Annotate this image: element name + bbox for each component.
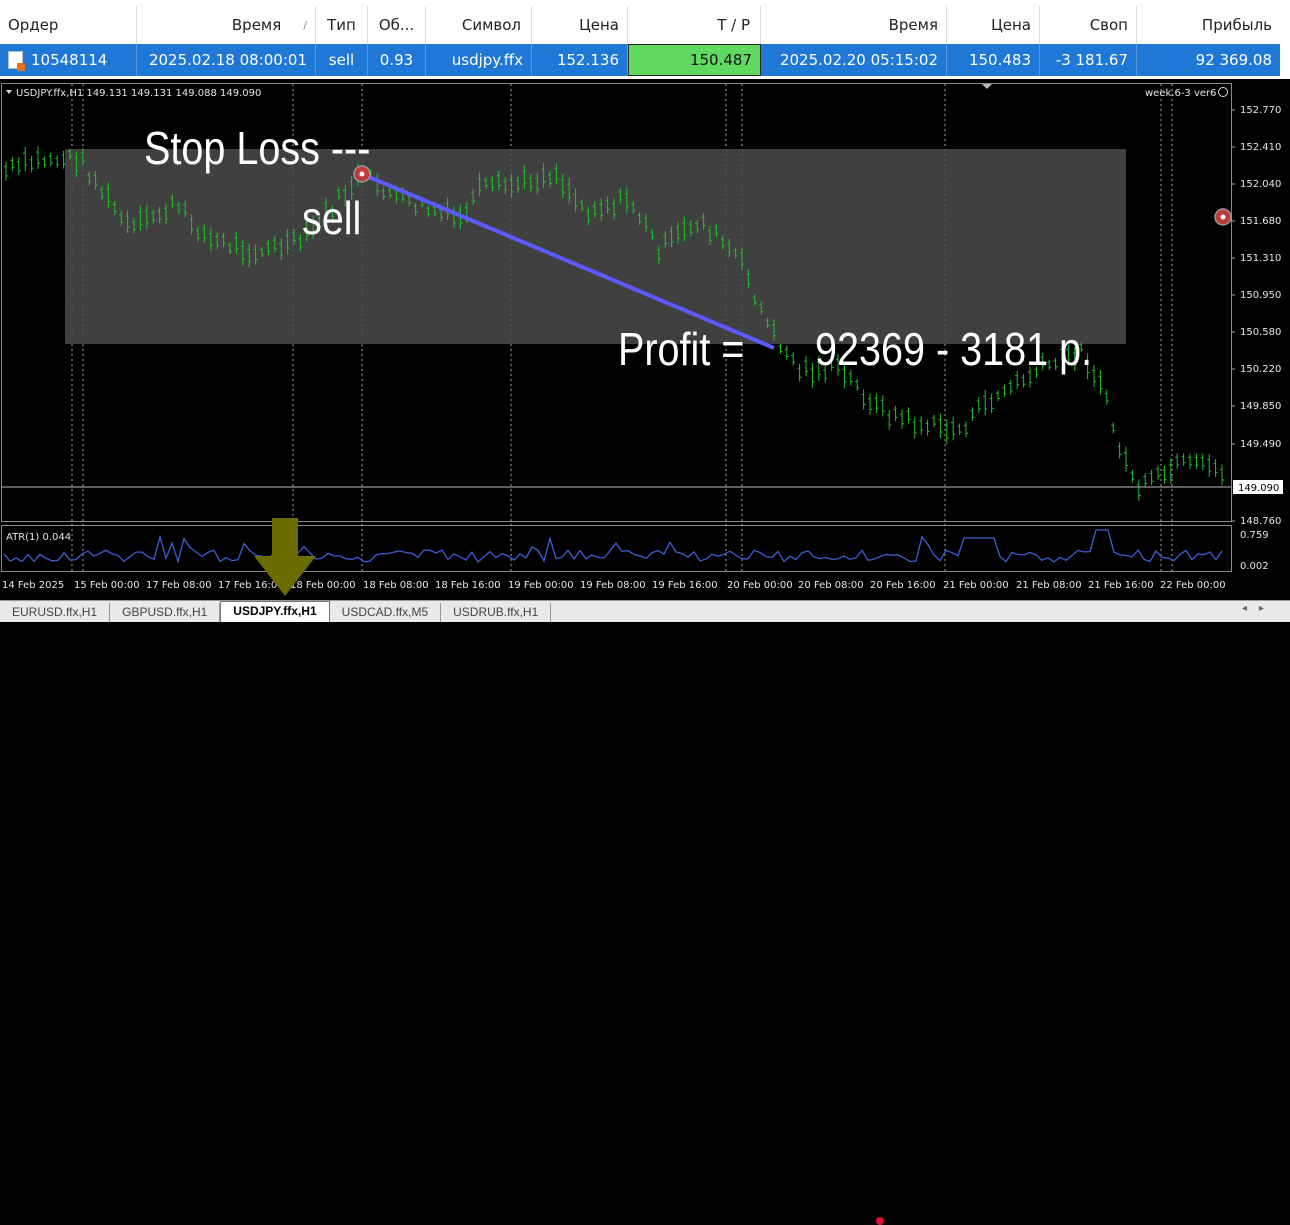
profit-label-annotation: Profit = [618, 324, 744, 375]
header-open-time-label: Время [231, 16, 282, 34]
price-tick-label: 152.410 [1240, 142, 1281, 153]
time-tick-label: 19 Feb 08:00 [580, 580, 646, 591]
close-price-cell: 150.483 [947, 44, 1040, 76]
time-tick-label: 20 Feb 08:00 [798, 580, 864, 591]
sort-indicator-icon: / [303, 18, 307, 32]
header-symbol[interactable]: Символ [426, 6, 532, 44]
tab-eurusd[interactable]: EURUSD.ffx,H1 [0, 603, 111, 622]
orders-table: Ордер Время / Тип Об... Символ Цена Т / … [0, 0, 1290, 79]
close-time-cell: 2025.02.20 05:15:02 [761, 44, 947, 76]
header-type[interactable]: Тип [316, 6, 368, 44]
profit-value-annotation: 92369 - 3181 р. [815, 324, 1092, 375]
atr-tick-label: 0.002 [1240, 561, 1269, 572]
header-order[interactable]: Ордер [0, 6, 137, 44]
order-number: 10548114 [31, 51, 108, 69]
atr-tick-label: 0.759 [1240, 530, 1269, 541]
table-row[interactable]: 10548114 2025.02.18 08:00:01 sell 0.93 u… [0, 44, 1290, 76]
type-cell: sell [316, 44, 368, 76]
header-open-price[interactable]: Цена [532, 6, 628, 44]
symbol-cell: usdjpy.ffx [426, 44, 532, 76]
time-tick-label: 20 Feb 00:00 [727, 580, 793, 591]
time-tick-label: 20 Feb 16:00 [870, 580, 936, 591]
price-tick-label: 149.850 [1240, 401, 1281, 412]
price-tick-label: 148.760 [1240, 516, 1281, 527]
header-tp[interactable]: Т / Р [628, 6, 761, 44]
time-tick-label: 18 Feb 16:00 [435, 580, 501, 591]
header-profit[interactable]: Прибыль [1137, 6, 1280, 44]
time-tick-label: 19 Feb 00:00 [508, 580, 574, 591]
tab-usdrub[interactable]: USDRUB.ffx,H1 [441, 603, 552, 622]
sell-annotation: sell [302, 193, 361, 244]
time-tick-label: 18 Feb 08:00 [363, 580, 429, 591]
current-price-label: 149.090 [1238, 483, 1279, 494]
order-cell: 10548114 [0, 44, 137, 76]
time-tick-label: 18 Feb 00:00 [290, 580, 356, 591]
price-tick-label: 150.950 [1240, 290, 1281, 301]
tab-scroll-arrows-icon[interactable]: ◂▸ [1242, 603, 1276, 614]
price-alert-dot-icon [1220, 214, 1226, 220]
chart-info: USDJPY.ffx,H1 149.131 149.131 149.088 14… [16, 88, 261, 99]
swap-cell: -3 181.67 [1040, 44, 1137, 76]
header-swap[interactable]: Своп [1040, 6, 1137, 44]
time-tick-label: 19 Feb 16:00 [652, 580, 718, 591]
time-tick-label: 21 Feb 16:00 [1088, 580, 1154, 591]
indicator-label: week.6-3 ver6 [1145, 88, 1217, 99]
atr-label: ATR(1) 0.044 [6, 532, 71, 543]
chart-tabs: EURUSD.ffx,H1 GBPUSD.ffx,H1 USDJPY.ffx,H… [0, 600, 1290, 1225]
price-tick-label: 150.220 [1240, 364, 1281, 375]
stop-loss-annotation: Stop Loss --- [144, 123, 370, 174]
profit-cell: 92 369.08 [1137, 44, 1280, 76]
record-dot-icon [876, 1217, 884, 1225]
tp-cell: 150.487 [628, 44, 761, 76]
tab-gbpusd[interactable]: GBPUSD.ffx,H1 [110, 603, 221, 622]
highlight-box [65, 149, 1126, 344]
price-tick-label: 151.310 [1240, 253, 1281, 264]
time-tick-label: 22 Feb 00:00 [1160, 580, 1226, 591]
price-tick-label: 152.770 [1240, 105, 1281, 116]
header-volume[interactable]: Об... [368, 6, 426, 44]
chart-canvas[interactable]: USDJPY.ffx,H1 149.131 149.131 149.088 14… [0, 80, 1290, 600]
time-tick-label: 17 Feb 08:00 [146, 580, 212, 591]
volume-cell: 0.93 [368, 44, 426, 76]
table-header: Ордер Время / Тип Об... Символ Цена Т / … [0, 6, 1290, 44]
price-tick-label: 149.490 [1240, 439, 1281, 450]
time-tick-label: 17 Feb 16:00 [218, 580, 284, 591]
price-chart[interactable]: USDJPY.ffx,H1 149.131 149.131 149.088 14… [0, 80, 1290, 600]
order-icon [8, 51, 25, 71]
header-close-price[interactable]: Цена [947, 6, 1040, 44]
open-time-cell: 2025.02.18 08:00:01 [137, 44, 316, 76]
price-tick-label: 151.680 [1240, 216, 1281, 227]
price-tick-label: 152.040 [1240, 179, 1281, 190]
price-tick-label: 150.580 [1240, 327, 1281, 338]
time-tick-label: 15 Feb 00:00 [74, 580, 140, 591]
time-tick-label: 21 Feb 00:00 [943, 580, 1009, 591]
header-open-time[interactable]: Время / [137, 6, 316, 44]
open-price-cell: 152.136 [532, 44, 628, 76]
time-tick-label: 14 Feb 2025 [2, 580, 64, 591]
tab-usdjpy[interactable]: USDJPY.ffx,H1 [220, 601, 330, 622]
time-tick-label: 21 Feb 08:00 [1016, 580, 1082, 591]
tab-usdcad[interactable]: USDCAD.ffx,M5 [330, 603, 442, 622]
header-close-time[interactable]: Время [761, 6, 947, 44]
